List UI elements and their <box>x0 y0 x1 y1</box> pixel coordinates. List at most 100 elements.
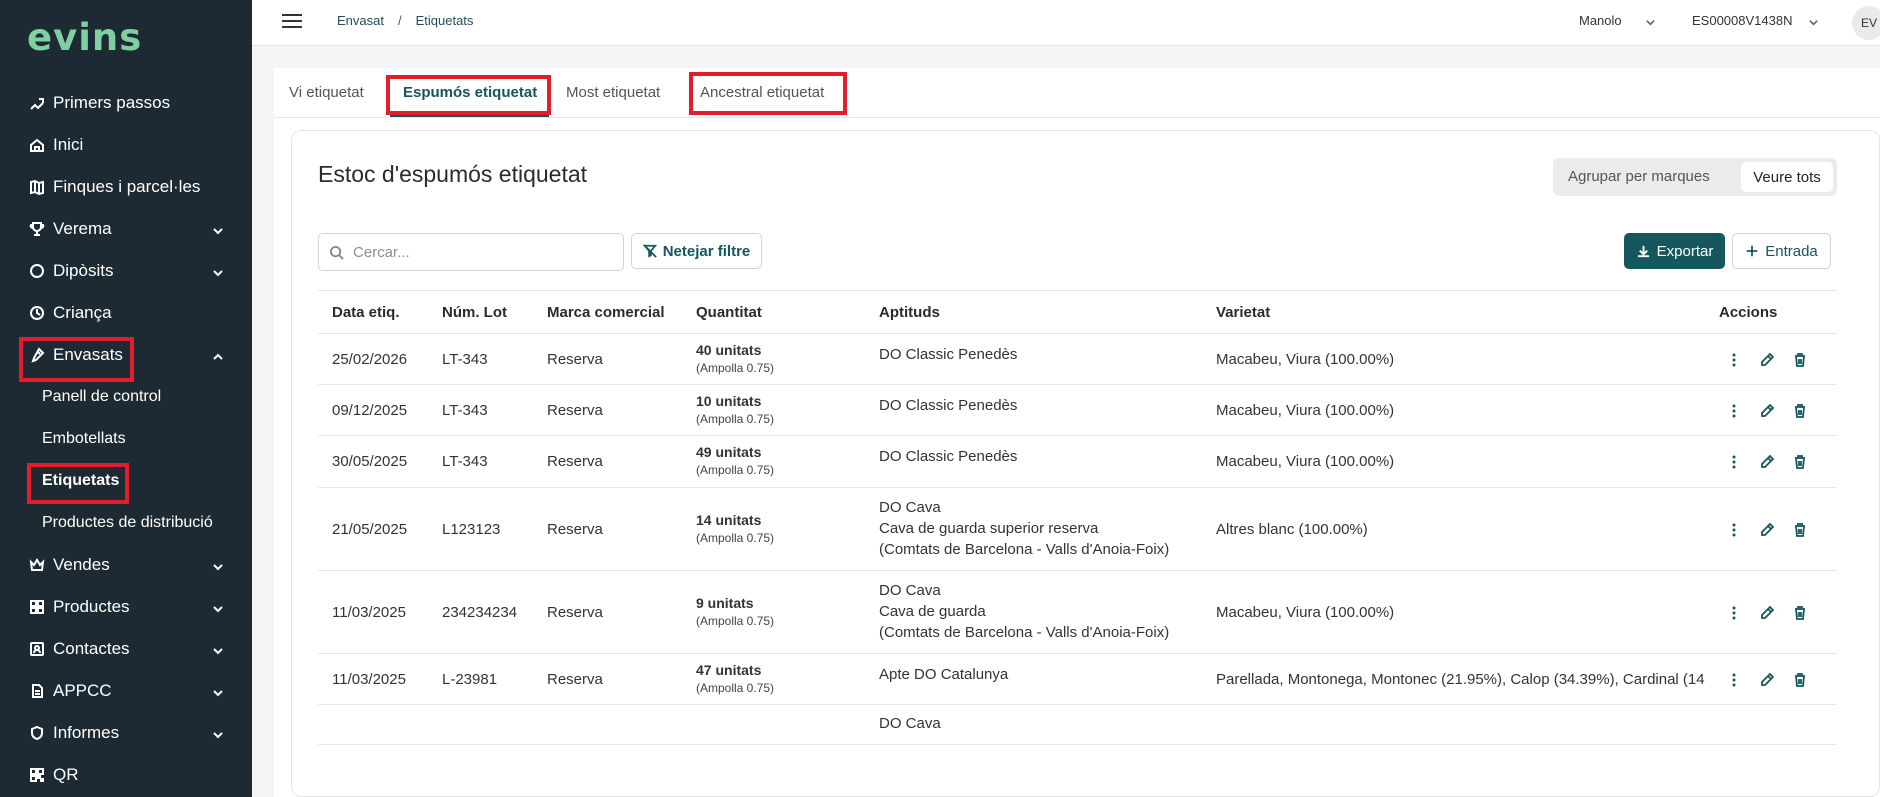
sidebar-item-crian-a[interactable]: Criança <box>0 292 252 334</box>
cell-brand: Reserva <box>547 453 603 470</box>
tab-ancestral-etiquetat[interactable]: Ancestral etiquetat <box>700 84 824 101</box>
table-row[interactable]: 25/02/2026 LT-343 Reserva 40 unitats (Ampoll… <box>318 334 1837 385</box>
cell-quantity-unit: (Ampolla 0.75) <box>696 613 775 628</box>
edit-icon[interactable] <box>1759 672 1775 693</box>
more-options-icon[interactable] <box>1726 672 1742 693</box>
circle-icon <box>28 263 45 280</box>
sidebar-item-dip-sits[interactable]: Dipòsits <box>0 250 252 292</box>
more-options-icon[interactable] <box>1726 454 1742 475</box>
clear-filter-button[interactable]: Netejar filtre <box>631 233 762 269</box>
sidebar-item-finques-i-parcel-les[interactable]: Finques i parcel·les <box>0 166 252 208</box>
table-row[interactable]: DO Cava <box>318 705 1837 745</box>
user-selector[interactable]: Manolo <box>1579 13 1622 28</box>
sidebar-item-appcc[interactable]: APPCC <box>0 670 252 712</box>
trophy-icon <box>28 221 45 238</box>
cell-lot: 234234234 <box>442 603 518 621</box>
tab-most-etiquetat[interactable]: Most etiquetat <box>566 84 660 101</box>
search-input[interactable] <box>353 242 613 262</box>
delete-icon[interactable] <box>1792 522 1808 543</box>
table-body: 25/02/2026 LT-343 Reserva 40 unitats (Ampoll… <box>318 334 1837 745</box>
delete-icon[interactable] <box>1792 454 1808 475</box>
edit-icon[interactable] <box>1759 454 1775 475</box>
sidebar-item-label: APPCC <box>53 681 112 700</box>
cell-aptitud: (Comtats de Barcelona - Valls d'Anoia-Fo… <box>879 540 1170 558</box>
row-actions <box>1726 454 1808 475</box>
sidebar-item-informes[interactable]: Informes <box>0 712 252 754</box>
table-row[interactable]: 30/05/2025 LT-343 Reserva 49 unitats (Ampoll… <box>318 436 1837 488</box>
export-button[interactable]: Exportar <box>1624 233 1725 269</box>
page-title: Estoc d'espumós etiquetat <box>318 161 588 187</box>
chevron-down-icon[interactable] <box>1808 15 1819 33</box>
sidebar: evins Primers passos Inici Finques i parce… <box>0 0 252 797</box>
more-options-icon[interactable] <box>1726 605 1742 626</box>
cell-quantity: 9 unitats <box>696 594 754 611</box>
home-icon <box>28 137 45 154</box>
clear-filter-label: Netejar filtre <box>662 242 751 260</box>
avatar[interactable]: EV <box>1852 6 1880 40</box>
cell-varietat: Parellada, Montonega, Montonec (21.95%),… <box>1216 670 1705 688</box>
cell-brand: Reserva <box>547 670 603 688</box>
table-row[interactable]: 09/12/2025 LT-343 Reserva 10 unitats (Ampoll… <box>318 385 1837 436</box>
breadcrumb-item-etiquetats[interactable]: Etiquetats <box>416 13 474 28</box>
edit-icon[interactable] <box>1759 352 1775 373</box>
sidebar-nav: Primers passos Inici Finques i parcel·les V… <box>0 82 252 796</box>
edit-icon[interactable] <box>1759 605 1775 626</box>
col-header-varietat[interactable]: Varietat <box>1216 304 1270 321</box>
sidebar-item-contactes[interactable]: Contactes <box>0 628 252 670</box>
toggle-group-by-brand[interactable]: Agrupar per marques <box>1568 168 1710 185</box>
table-row[interactable]: 11/03/2025 L-23981 Reserva 47 unitats (Ampol… <box>318 654 1837 705</box>
delete-icon[interactable] <box>1792 403 1808 424</box>
col-header-actions: Accions <box>1719 304 1778 321</box>
delete-icon[interactable] <box>1792 352 1808 373</box>
col-header-quantity[interactable]: Quantitat <box>696 304 762 321</box>
edit-icon[interactable] <box>1759 522 1775 543</box>
delete-icon[interactable] <box>1792 605 1808 626</box>
topbar: Envasat / Etiquetats Manolo ES00008V1438… <box>252 0 1880 46</box>
sidebar-item-label: Productes <box>53 597 130 616</box>
cell-varietat: Macabeu, Viura (100.00%) <box>1216 350 1395 368</box>
chevron-down-icon <box>212 642 224 655</box>
sidebar-item-vendes[interactable]: Vendes <box>0 544 252 586</box>
tab-vi-etiquetat[interactable]: Vi etiquetat <box>289 84 364 101</box>
sidebar-item-qr[interactable]: QR <box>0 754 252 796</box>
cell-quantity-unit: (Ampolla 0.75) <box>696 411 775 426</box>
more-options-icon[interactable] <box>1726 352 1742 373</box>
col-header-date[interactable]: Data etiq. <box>332 304 400 321</box>
org-selector[interactable]: ES00008V1438N <box>1692 13 1792 28</box>
edit-icon[interactable] <box>1759 403 1775 424</box>
sidebar-subitem-panell-de-control[interactable]: Panell de control <box>0 376 252 418</box>
export-label: Exportar <box>1656 242 1714 260</box>
cell-aptitud: DO Classic Penedès <box>879 396 1018 414</box>
sidebar-subitem-embotellats[interactable]: Embotellats <box>0 418 252 460</box>
sidebar-item-productes[interactable]: Productes <box>0 586 252 628</box>
sidebar-subitem-etiquetats[interactable]: Etiquetats <box>0 460 252 502</box>
sidebar-item-verema[interactable]: Verema <box>0 208 252 250</box>
col-header-brand[interactable]: Marca comercial <box>547 304 665 321</box>
grid-icon <box>28 599 45 616</box>
cell-aptitud: Apte DO Catalunya <box>879 665 1009 683</box>
more-options-icon[interactable] <box>1726 403 1742 424</box>
cell-date: 21/05/2025 <box>332 520 408 538</box>
sidebar-item-envasats[interactable]: Envasats <box>0 334 252 376</box>
sidebar-item-primers-passos[interactable]: Primers passos <box>0 82 252 124</box>
cell-quantity-unit: (Ampolla 0.75) <box>696 463 775 477</box>
add-entry-button[interactable]: Entrada <box>1732 233 1831 269</box>
chevron-down-icon[interactable] <box>1645 15 1656 33</box>
shield-icon <box>28 725 45 742</box>
toggle-view-all[interactable]: Veure tots <box>1741 162 1833 192</box>
hamburger-menu-icon[interactable] <box>282 14 302 30</box>
cell-aptitud: DO Cava <box>879 498 941 516</box>
sidebar-item-inici[interactable]: Inici <box>0 124 252 166</box>
col-header-lot[interactable]: Núm. Lot <box>442 304 507 321</box>
table-row[interactable]: 21/05/2025 L123123 Reserva 14 unitats (Ampol… <box>318 488 1837 571</box>
breadcrumb-item-envasat[interactable]: Envasat <box>337 13 384 28</box>
delete-icon[interactable] <box>1792 672 1808 693</box>
sidebar-item-label: Inici <box>53 135 84 154</box>
table-row[interactable]: 11/03/2025 234234234 Reserva 9 unitats (Ampo… <box>318 571 1837 654</box>
tab-espumos-etiquetat[interactable]: Espumós etiquetat <box>403 84 537 101</box>
sidebar-subitem-productes-de-distribuci-[interactable]: Productes de distribució <box>0 502 252 544</box>
sidebar-item-label: Contactes <box>53 639 130 658</box>
more-options-icon[interactable] <box>1726 522 1742 543</box>
cell-varietat: Macabeu, Viura (100.00%) <box>1216 603 1395 621</box>
col-header-aptituds[interactable]: Aptituds <box>879 304 940 321</box>
